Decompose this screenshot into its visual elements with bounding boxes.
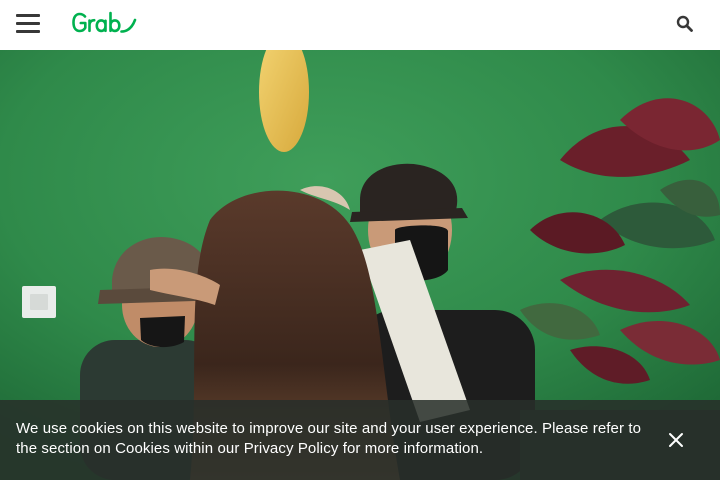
cookie-message: We use cookies on this website to improv… bbox=[16, 420, 642, 457]
page: We use cookies on this website to improv… bbox=[0, 0, 720, 480]
cookie-consent-banner: We use cookies on this website to improv… bbox=[0, 400, 720, 480]
search-icon[interactable] bbox=[676, 15, 694, 33]
close-icon[interactable] bbox=[668, 432, 684, 448]
top-navigation-bar bbox=[0, 0, 720, 50]
hamburger-menu-icon[interactable] bbox=[16, 13, 40, 35]
grab-logo[interactable] bbox=[72, 10, 138, 38]
